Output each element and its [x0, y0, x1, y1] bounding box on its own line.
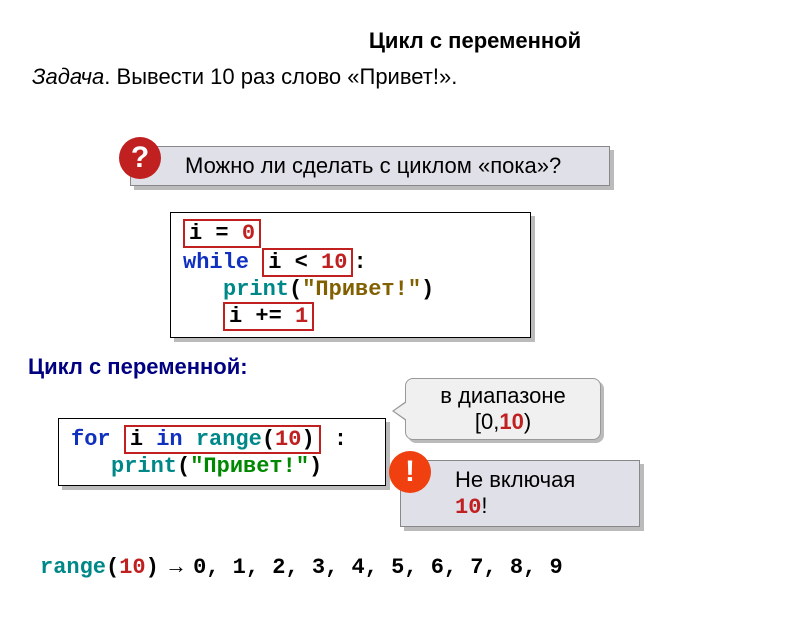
speech-tail-icon [392, 401, 406, 421]
code-line: print("Привет!") [71, 454, 373, 479]
callout-question-container: ? Можно ли сделать с циклом «пока»? [130, 146, 610, 186]
string-literal: "Привет!" [190, 454, 309, 479]
callout-exclaim: ! Не включая 10! [400, 460, 640, 527]
paren: ( [177, 454, 190, 479]
question-badge-icon: ? [119, 137, 161, 179]
paren: ) [301, 427, 314, 452]
section-label-for: Цикл с переменной: [28, 354, 248, 380]
code-line: while i < 10: [183, 248, 518, 277]
code-block-while: i = 0 while i < 10: print("Привет!") i +… [170, 212, 531, 338]
number-literal: 1 [295, 304, 308, 329]
speech-line2: [0,10) [418, 409, 588, 435]
text: ) [524, 409, 531, 434]
excl: ! [481, 493, 487, 518]
speech-range: в диапазоне [0,10) [405, 378, 601, 440]
code-block-for: for i in range(10) : print("Привет!") [58, 418, 386, 486]
var-i: i [130, 427, 156, 452]
text: [0, [475, 409, 499, 434]
number-literal: 10 [455, 495, 481, 520]
fn-print: print [111, 454, 177, 479]
fn-range: range [40, 555, 106, 580]
callout-exclaim-text: Не включая [455, 467, 575, 492]
paren: ) [421, 277, 434, 302]
callout-question-text: Можно ли сделать с циклом «пока»? [185, 153, 561, 178]
problem-text: . Вывести 10 раз слово «Привет!». [104, 64, 457, 89]
arrow-icon: → [159, 553, 193, 578]
code-line: i += 1 [183, 302, 518, 331]
callout-exclaim-container: ! Не включая 10! [400, 460, 640, 527]
code-line: print("Привет!") [183, 277, 518, 302]
fn-print: print [223, 277, 289, 302]
exclaim-badge-icon: ! [389, 451, 431, 493]
keyword-in: in [156, 427, 182, 452]
text: i = [189, 221, 242, 246]
code-line: for i in range(10) : [71, 425, 373, 454]
problem-label: Задача [32, 64, 104, 89]
paren: ( [262, 427, 275, 452]
string-literal: "Привет!" [302, 277, 421, 302]
boxed-init: i = 0 [183, 219, 261, 248]
number-literal: 10 [499, 409, 523, 434]
boxed-cond: i < 10 [262, 248, 353, 277]
range-expansion: range(10) → 0, 1, 2, 3, 4, 5, 6, 7, 8, 9 [40, 553, 563, 580]
paren: ( [289, 277, 302, 302]
callout-question: ? Можно ли сделать с циклом «пока»? [130, 146, 610, 186]
colon: : [321, 427, 347, 452]
speech-line1: в диапазоне [418, 383, 588, 409]
boxed-incr: i += 1 [223, 302, 314, 331]
number-literal: 10 [321, 250, 347, 275]
fn-range: range [183, 427, 262, 452]
code-line: i = 0 [183, 219, 518, 248]
text: i < [268, 250, 321, 275]
keyword-for: for [71, 427, 111, 452]
number-literal: 10 [119, 555, 145, 580]
keyword-while: while [183, 250, 249, 275]
number-literal: 10 [275, 427, 301, 452]
sequence-text: 0, 1, 2, 3, 4, 5, 6, 7, 8, 9 [193, 555, 563, 580]
page-title: Цикл с переменной [150, 28, 800, 54]
boxed-for-head: i in range(10) [124, 425, 321, 454]
paren: ) [146, 555, 159, 580]
paren: ( [106, 555, 119, 580]
paren: ) [309, 454, 322, 479]
problem-statement: Задача. Вывести 10 раз слово «Привет!». [32, 64, 768, 90]
text: i += [229, 304, 295, 329]
colon: : [353, 250, 366, 275]
number-literal: 0 [242, 221, 255, 246]
